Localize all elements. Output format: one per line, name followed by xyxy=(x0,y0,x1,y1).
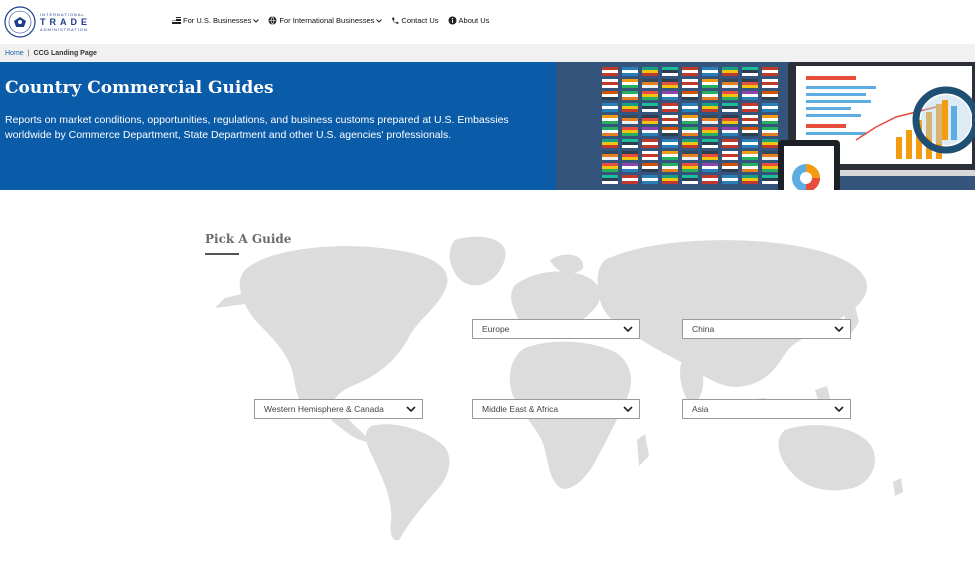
chevron-down-icon xyxy=(376,18,383,23)
flag-icon xyxy=(172,17,181,24)
region-select-asia-value: Asia xyxy=(692,404,709,414)
ita-logo[interactable]: INTERNATIONAL TRADE ADMINISTRATION xyxy=(4,4,94,40)
chevron-down-icon xyxy=(623,326,633,333)
nav-contact-us-label: Contact Us xyxy=(401,16,439,25)
nav-international-businesses[interactable]: For International Businesses xyxy=(268,16,383,25)
chevron-down-icon xyxy=(834,406,844,413)
nav-international-businesses-label: For International Businesses xyxy=(279,16,375,25)
globe-icon xyxy=(268,16,277,25)
info-icon xyxy=(448,16,457,25)
hero-illustration xyxy=(556,62,975,190)
nav-about-us-label: About Us xyxy=(458,16,490,25)
chevron-down-icon xyxy=(253,18,260,23)
region-select-china-value: China xyxy=(692,324,715,334)
logo-line-1: INTERNATIONAL xyxy=(40,11,85,17)
main-nav: For U.S. Businesses For International Bu… xyxy=(172,16,498,25)
hero-banner: Country Commercial Guides Reports on mar… xyxy=(0,62,975,190)
nav-us-businesses[interactable]: For U.S. Businesses xyxy=(172,16,260,25)
breadcrumb-separator: | xyxy=(27,49,30,57)
region-select-middle-east-africa[interactable]: Middle East & Africa xyxy=(472,399,640,419)
chevron-down-icon xyxy=(834,326,844,333)
nav-about-us[interactable]: About Us xyxy=(448,16,490,25)
world-map-background xyxy=(215,236,903,541)
region-select-europe[interactable]: Europe xyxy=(472,319,640,339)
chevron-down-icon xyxy=(406,406,416,413)
breadcrumb: Home | CCG Landing Page xyxy=(0,44,975,62)
commerce-seal-icon xyxy=(4,6,36,38)
breadcrumb-current: CCG Landing Page xyxy=(33,49,97,57)
region-select-western-hemisphere[interactable]: Western Hemisphere & Canada xyxy=(254,399,423,419)
guide-title-underline xyxy=(205,253,239,255)
region-select-europe-value: Europe xyxy=(482,324,510,334)
guide-title: Pick A Guide xyxy=(205,232,292,246)
flags-and-charts-illustration xyxy=(556,62,975,190)
breadcrumb-home-link[interactable]: Home xyxy=(5,50,24,57)
region-select-china[interactable]: China xyxy=(682,319,851,339)
guide-section: Pick A Guide Europe China Western Hemisp… xyxy=(0,190,975,561)
phone-icon xyxy=(392,17,399,24)
region-select-western-hemisphere-value: Western Hemisphere & Canada xyxy=(264,404,384,414)
hero-description: Reports on market conditions, opportunit… xyxy=(5,114,509,141)
region-select-asia[interactable]: Asia xyxy=(682,399,851,419)
logo-line-2: TRADE xyxy=(40,16,91,27)
region-select-middle-east-africa-value: Middle East & Africa xyxy=(482,404,559,414)
site-header: INTERNATIONAL TRADE ADMINISTRATION For U… xyxy=(0,0,975,44)
nav-us-businesses-label: For U.S. Businesses xyxy=(183,16,252,25)
chevron-down-icon xyxy=(623,406,633,413)
logo-wordmark: INTERNATIONAL TRADE ADMINISTRATION xyxy=(40,11,91,32)
logo-line-3: ADMINISTRATION xyxy=(40,26,88,32)
page-title: Country Commercial Guides xyxy=(5,78,274,98)
nav-contact-us[interactable]: Contact Us xyxy=(391,16,439,25)
